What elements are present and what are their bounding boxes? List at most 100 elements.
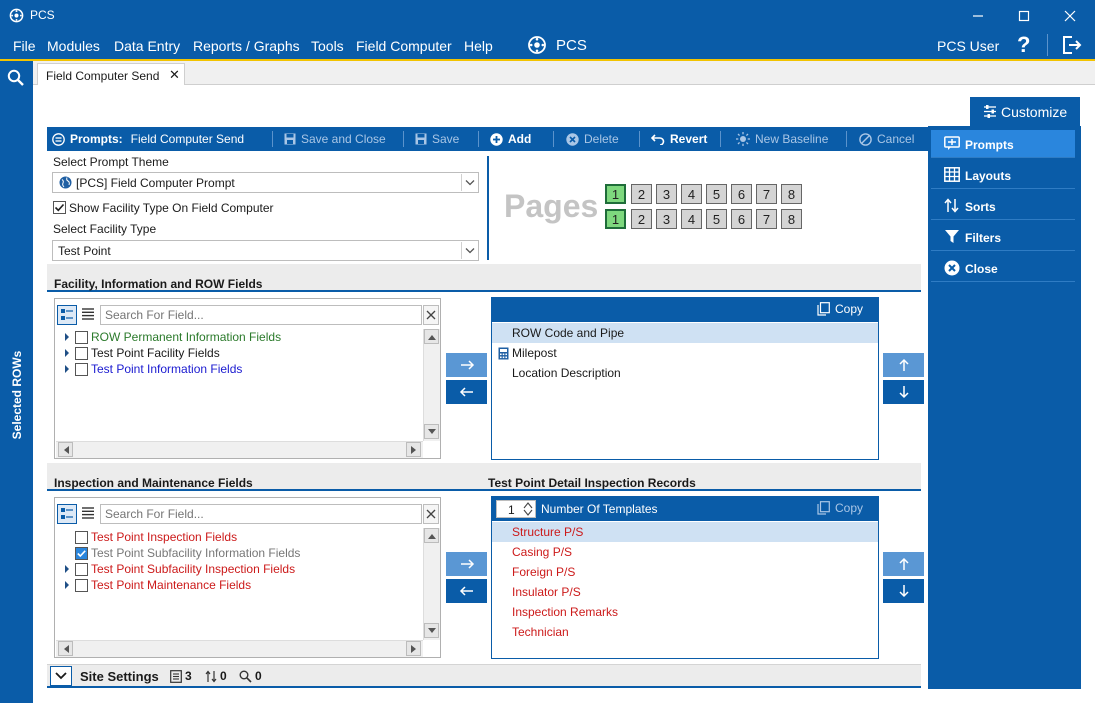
scroll-down-icon[interactable] bbox=[424, 424, 439, 439]
record-move-up-button[interactable] bbox=[883, 552, 924, 576]
copy-button[interactable]: Copy bbox=[817, 302, 863, 316]
facility-search-input[interactable] bbox=[100, 305, 422, 325]
new-baseline-button[interactable]: New Baseline bbox=[736, 132, 828, 146]
expand-settings-button[interactable] bbox=[50, 666, 72, 686]
chevron-down-icon[interactable] bbox=[461, 174, 477, 191]
menu-data-entry[interactable]: Data Entry bbox=[114, 38, 180, 54]
delete-button[interactable]: Delete bbox=[566, 132, 619, 146]
record-row[interactable]: Technician bbox=[492, 622, 878, 642]
page-button-row1-2[interactable]: 2 bbox=[631, 184, 652, 204]
tree-checkbox[interactable] bbox=[75, 530, 88, 544]
page-button-row1-3[interactable]: 3 bbox=[656, 184, 677, 204]
page-button-row2-2[interactable]: 2 bbox=[631, 209, 652, 229]
expand-arrow-icon[interactable] bbox=[63, 365, 75, 373]
page-button-row1-8[interactable]: 8 bbox=[781, 184, 802, 204]
selected-field-location-description[interactable]: Location Description bbox=[492, 363, 878, 383]
page-button-row1-1[interactable]: 1 bbox=[605, 184, 626, 204]
copy-button-disabled[interactable]: Copy bbox=[817, 501, 863, 515]
search-icon[interactable] bbox=[7, 69, 25, 87]
tab-field-computer-send[interactable]: Field Computer Send ✕ bbox=[37, 63, 185, 86]
tree-item-facility-fields[interactable]: Test Point Facility Fields bbox=[55, 345, 423, 361]
horizontal-scrollbar[interactable] bbox=[56, 441, 423, 458]
remove-field-button[interactable] bbox=[446, 380, 487, 404]
record-row[interactable]: Casing P/S bbox=[492, 542, 878, 562]
page-button-row2-7[interactable]: 7 bbox=[756, 209, 777, 229]
list-view-icon[interactable] bbox=[81, 506, 95, 520]
show-facility-checkbox[interactable] bbox=[53, 201, 66, 214]
expand-arrow-icon[interactable] bbox=[63, 581, 75, 589]
save-button[interactable]: Save bbox=[415, 132, 459, 146]
tree-checkbox[interactable] bbox=[75, 578, 88, 592]
vertical-scrollbar[interactable] bbox=[423, 329, 440, 441]
list-view-icon[interactable] bbox=[81, 307, 95, 321]
page-button-row2-5[interactable]: 5 bbox=[706, 209, 727, 229]
side-button-sorts[interactable]: Sorts bbox=[931, 192, 1075, 220]
menu-file[interactable]: File bbox=[13, 38, 36, 54]
cancel-button[interactable]: Cancel bbox=[859, 132, 914, 146]
tree-checkbox[interactable] bbox=[75, 330, 88, 344]
tree-item-maintenance-fields[interactable]: Test Point Maintenance Fields bbox=[55, 577, 423, 593]
menu-tools[interactable]: Tools bbox=[311, 38, 344, 54]
side-button-filters[interactable]: Filters bbox=[931, 223, 1075, 251]
page-button-row1-6[interactable]: 6 bbox=[731, 184, 752, 204]
tree-item-information-fields[interactable]: Test Point Information Fields bbox=[55, 361, 423, 377]
remove-inspection-field-button[interactable] bbox=[446, 579, 487, 603]
templates-number-stepper[interactable]: 1 bbox=[496, 500, 536, 518]
tree-checkbox[interactable] bbox=[75, 362, 88, 376]
clear-search-icon[interactable] bbox=[423, 504, 439, 524]
prompts-collapse-icon[interactable] bbox=[52, 132, 65, 146]
page-button-row1-5[interactable]: 5 bbox=[706, 184, 727, 204]
maximize-button[interactable] bbox=[1001, 0, 1047, 32]
scroll-down-icon[interactable] bbox=[424, 623, 439, 638]
expand-arrow-icon[interactable] bbox=[63, 349, 75, 357]
clear-search-icon[interactable] bbox=[423, 305, 439, 325]
selected-rows-toggle[interactable]: Selected ROWs bbox=[0, 340, 33, 450]
menu-help[interactable]: Help bbox=[464, 38, 493, 54]
record-row[interactable]: Foreign P/S bbox=[492, 562, 878, 582]
tree-item-row-permanent[interactable]: ROW Permanent Information Fields bbox=[55, 329, 423, 345]
add-field-button[interactable] bbox=[446, 353, 487, 377]
page-button-row1-7[interactable]: 7 bbox=[756, 184, 777, 204]
page-button-row2-3[interactable]: 3 bbox=[656, 209, 677, 229]
scroll-left-icon[interactable] bbox=[58, 442, 73, 457]
tree-item-inspection-fields[interactable]: Test Point Inspection Fields bbox=[55, 529, 423, 545]
tree-item-subfacility-inspection[interactable]: Test Point Subfacility Inspection Fields bbox=[55, 561, 423, 577]
add-inspection-field-button[interactable] bbox=[446, 552, 487, 576]
chevron-down-icon[interactable] bbox=[461, 242, 477, 259]
record-row[interactable]: Inspection Remarks bbox=[492, 602, 878, 622]
tree-item-subfacility-information[interactable]: Test Point Subfacility Information Field… bbox=[55, 545, 423, 561]
scroll-up-icon[interactable] bbox=[424, 329, 439, 344]
prompt-theme-select[interactable]: [PCS] Field Computer Prompt bbox=[52, 172, 479, 193]
side-button-close[interactable]: Close bbox=[931, 254, 1075, 282]
menu-modules[interactable]: Modules bbox=[47, 38, 100, 54]
scroll-left-icon[interactable] bbox=[58, 641, 73, 656]
selected-field-milepost[interactable]: Milepost bbox=[492, 343, 878, 363]
scroll-right-icon[interactable] bbox=[406, 641, 421, 656]
page-button-row2-1[interactable]: 1 bbox=[605, 209, 626, 229]
tree-checkbox[interactable] bbox=[75, 562, 88, 576]
add-button[interactable]: Add bbox=[490, 132, 531, 146]
selected-field-row-code-pipe[interactable]: ROW Code and Pipe bbox=[492, 323, 878, 343]
move-up-button[interactable] bbox=[883, 353, 924, 377]
page-button-row2-8[interactable]: 8 bbox=[781, 209, 802, 229]
minimize-button[interactable] bbox=[955, 0, 1001, 32]
user-name[interactable]: PCS User bbox=[937, 38, 999, 54]
customize-button[interactable]: Customize bbox=[970, 97, 1080, 127]
tree-view-icon[interactable] bbox=[57, 504, 77, 524]
scroll-right-icon[interactable] bbox=[406, 442, 421, 457]
tree-checkbox-checked[interactable] bbox=[75, 546, 88, 560]
menu-field-computer[interactable]: Field Computer bbox=[356, 38, 452, 54]
expand-arrow-icon[interactable] bbox=[63, 333, 75, 341]
close-window-button[interactable] bbox=[1047, 0, 1093, 32]
page-button-row2-6[interactable]: 6 bbox=[731, 209, 752, 229]
page-button-row2-4[interactable]: 4 bbox=[681, 209, 702, 229]
horizontal-scrollbar[interactable] bbox=[56, 640, 423, 657]
move-down-button[interactable] bbox=[883, 380, 924, 404]
stepper-up-icon[interactable] bbox=[521, 501, 535, 509]
page-button-row1-4[interactable]: 4 bbox=[681, 184, 702, 204]
record-row[interactable]: Insulator P/S bbox=[492, 582, 878, 602]
expand-arrow-icon[interactable] bbox=[63, 565, 75, 573]
scroll-up-icon[interactable] bbox=[424, 528, 439, 543]
tree-view-icon[interactable] bbox=[57, 305, 77, 325]
record-row[interactable]: Structure P/S bbox=[492, 522, 878, 542]
